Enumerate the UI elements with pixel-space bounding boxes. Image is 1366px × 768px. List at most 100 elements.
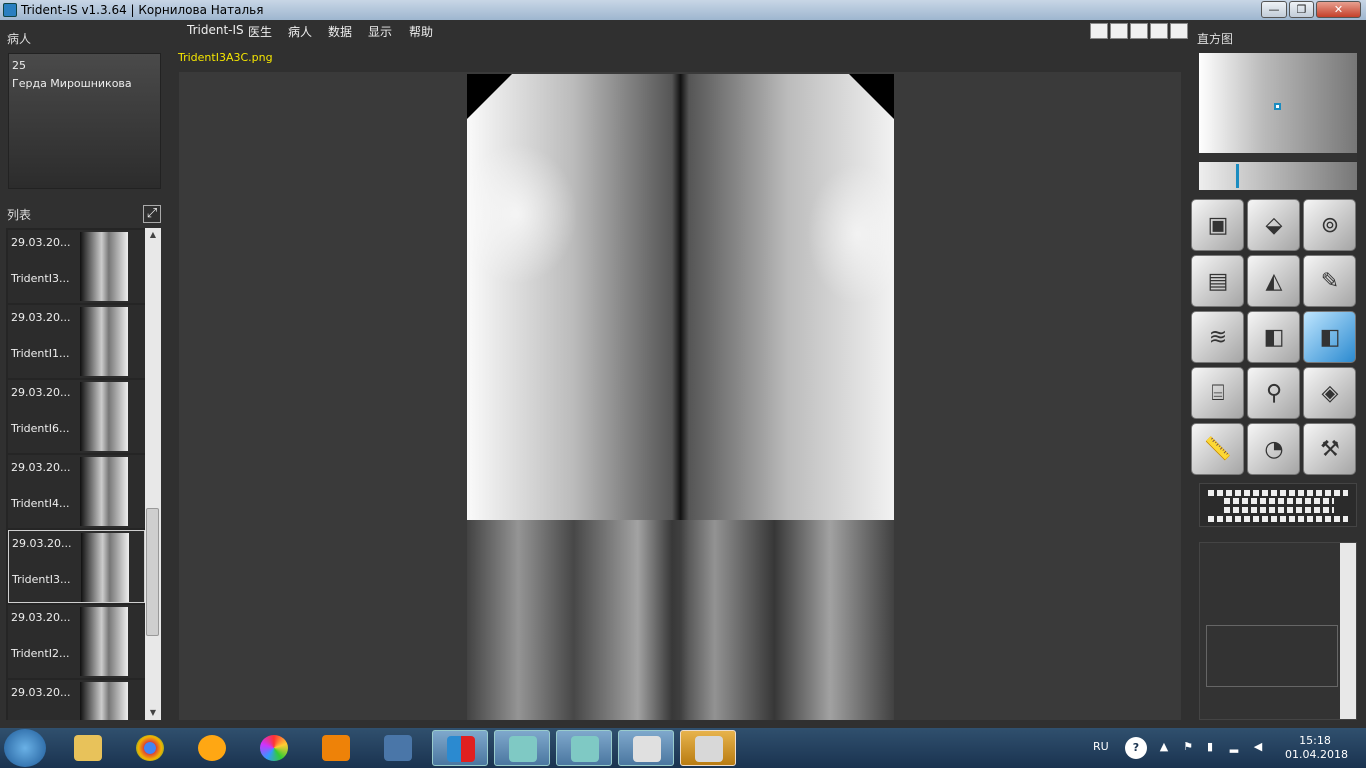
knob-tool-button[interactable]: ⊚ xyxy=(1303,199,1356,251)
histogram[interactable] xyxy=(1199,53,1357,161)
taskbar-vk[interactable] xyxy=(370,730,426,766)
crop-icon: ▣ xyxy=(1207,213,1229,238)
layout-3-icon[interactable] xyxy=(1130,23,1148,39)
document-icon xyxy=(633,736,661,762)
eraser-tool-button[interactable]: ⬙ xyxy=(1247,199,1300,251)
layout-4-icon[interactable] xyxy=(1150,23,1168,39)
list-item[interactable]: 29.03.20... TridentI6... xyxy=(8,380,145,453)
layout-6-icon[interactable] xyxy=(1170,23,1188,39)
list-item-name: TridentI2... xyxy=(11,647,70,660)
layout-2-icon[interactable] xyxy=(1110,23,1128,39)
ruler-icon: 📏 xyxy=(1204,437,1232,462)
list-item-date: 29.03.20... xyxy=(11,611,71,624)
device-icon[interactable]: ▮ xyxy=(1203,740,1217,754)
patient-info[interactable]: 25 Герда Мирошникова xyxy=(8,53,161,189)
texture-icon: ≋ xyxy=(1208,325,1228,350)
cylinder-icon: ⌸ xyxy=(1211,381,1225,406)
thumbnail xyxy=(80,382,128,451)
cube-tool-button[interactable]: ◧ xyxy=(1247,311,1300,363)
info-panel xyxy=(1199,542,1357,720)
taskbar-trident2[interactable] xyxy=(556,730,612,766)
minimize-button[interactable]: — xyxy=(1261,1,1287,18)
taskbar-app1[interactable] xyxy=(432,730,488,766)
3d-surface-tool-button[interactable]: ◈ xyxy=(1303,367,1356,419)
histogram-point[interactable] xyxy=(1274,103,1281,110)
list-item-name: TridentI3... xyxy=(11,272,70,285)
histogram-slider[interactable] xyxy=(1199,162,1357,190)
cube-blue-tool-button[interactable]: ◧ xyxy=(1303,311,1356,363)
medical-icon xyxy=(447,736,475,762)
taskbar-mail[interactable] xyxy=(184,730,240,766)
list-label: 列表 xyxy=(7,208,32,222)
image-viewer[interactable] xyxy=(179,72,1181,720)
list-item[interactable]: 29.03.20... TridentI4... xyxy=(8,455,145,528)
pen-tool-button[interactable]: ✎ xyxy=(1303,255,1356,307)
list-item[interactable]: 29.03.20... TridentI3... xyxy=(8,230,145,303)
texture-tool-button[interactable]: ≋ xyxy=(1191,311,1244,363)
scroll-down-icon[interactable]: ▼ xyxy=(145,706,161,720)
list-item-name: TridentI6... xyxy=(11,422,70,435)
patient-label: 病人 xyxy=(7,32,32,46)
flashlight-tool-button[interactable]: ⚲ xyxy=(1247,367,1300,419)
clock-date: 01.04.2018 xyxy=(1285,748,1348,761)
thumbnail xyxy=(80,682,128,720)
menu-data[interactable]: 数据 xyxy=(328,23,352,40)
menu-help[interactable]: 帮助 xyxy=(409,23,433,40)
patient-name: Герда Мирошникова xyxy=(12,77,132,90)
clock[interactable]: 15:18 01.04.2018 xyxy=(1285,734,1348,762)
taskbar-trident1[interactable] xyxy=(494,730,550,766)
taskbar-calculator[interactable] xyxy=(680,730,736,766)
menu-trident[interactable]: Trident-IS xyxy=(187,23,244,37)
protractor-tool-button[interactable]: ◔ xyxy=(1247,423,1300,475)
thumbnail xyxy=(80,457,128,526)
volume-icon[interactable]: ◀ xyxy=(1251,740,1265,754)
scroll-thumb[interactable] xyxy=(146,508,159,636)
film-tool-button[interactable]: ▤ xyxy=(1191,255,1244,307)
show-hidden-icon[interactable]: ▲ xyxy=(1157,740,1171,754)
taskbar-photos[interactable] xyxy=(246,730,302,766)
menu-patient[interactable]: 病人 xyxy=(288,23,312,40)
close-button[interactable]: ✕ xyxy=(1316,1,1361,18)
title-bar: Trident-IS v1.3.64 | Корнилова Наталья —… xyxy=(0,0,1366,20)
ruler-tool-button[interactable]: 📏 xyxy=(1191,423,1244,475)
help-icon[interactable]: ? xyxy=(1125,737,1147,759)
list-item-selected[interactable]: 29.03.20... TridentI3... xyxy=(8,530,145,603)
slider-handle[interactable] xyxy=(1236,164,1239,188)
scroll-up-icon[interactable]: ▲ xyxy=(145,228,161,242)
start-button[interactable] xyxy=(4,729,46,767)
info-scrollbar[interactable] xyxy=(1340,543,1356,719)
thumbnail xyxy=(80,307,128,376)
menu-doctor[interactable]: 医生 xyxy=(248,23,272,40)
layout-1-icon[interactable] xyxy=(1090,23,1108,39)
image-list: 29.03.20... TridentI3... 29.03.20... Tri… xyxy=(6,228,161,720)
taskbar-chrome[interactable] xyxy=(122,730,178,766)
3d-surface-icon: ◈ xyxy=(1321,381,1339,406)
list-item-date: 29.03.20... xyxy=(11,236,71,249)
teeth-chart[interactable] xyxy=(1199,483,1357,527)
implant-tool-button[interactable]: ⚒ xyxy=(1303,423,1356,475)
expand-icon[interactable]: ⤢ xyxy=(143,205,161,223)
language-indicator[interactable]: RU xyxy=(1093,740,1109,753)
list-item[interactable]: 29.03.20... TridentI1... xyxy=(8,305,145,378)
thumbnail xyxy=(80,232,128,301)
signal-icon[interactable]: ▂ xyxy=(1227,740,1241,754)
flag-icon[interactable]: ⚑ xyxy=(1181,740,1195,754)
window-title: Trident-IS v1.3.64 | Корнилова Наталья xyxy=(21,3,264,17)
calculator-icon xyxy=(695,736,723,762)
fan-tool-button[interactable]: ◭ xyxy=(1247,255,1300,307)
cylinder-tool-button[interactable]: ⌸ xyxy=(1191,367,1244,419)
list-item[interactable]: 29.03.20... xyxy=(8,680,145,720)
list-item[interactable]: 29.03.20... TridentI2... xyxy=(8,605,145,678)
taskbar-explorer[interactable] xyxy=(60,730,116,766)
list-item-name: TridentI3... xyxy=(12,573,71,586)
crop-tool-button[interactable]: ▣ xyxy=(1191,199,1244,251)
maximize-button[interactable]: ❐ xyxy=(1289,1,1314,18)
protractor-icon: ◔ xyxy=(1264,437,1284,462)
pen-icon: ✎ xyxy=(1320,269,1340,294)
menu-display[interactable]: 显示 xyxy=(368,23,392,40)
taskbar-ok[interactable] xyxy=(308,730,364,766)
taskbar-doc[interactable] xyxy=(618,730,674,766)
list-item-date: 29.03.20... xyxy=(11,311,71,324)
list-scrollbar[interactable]: ▲ ▼ xyxy=(145,228,161,720)
xray-image[interactable] xyxy=(467,74,894,720)
